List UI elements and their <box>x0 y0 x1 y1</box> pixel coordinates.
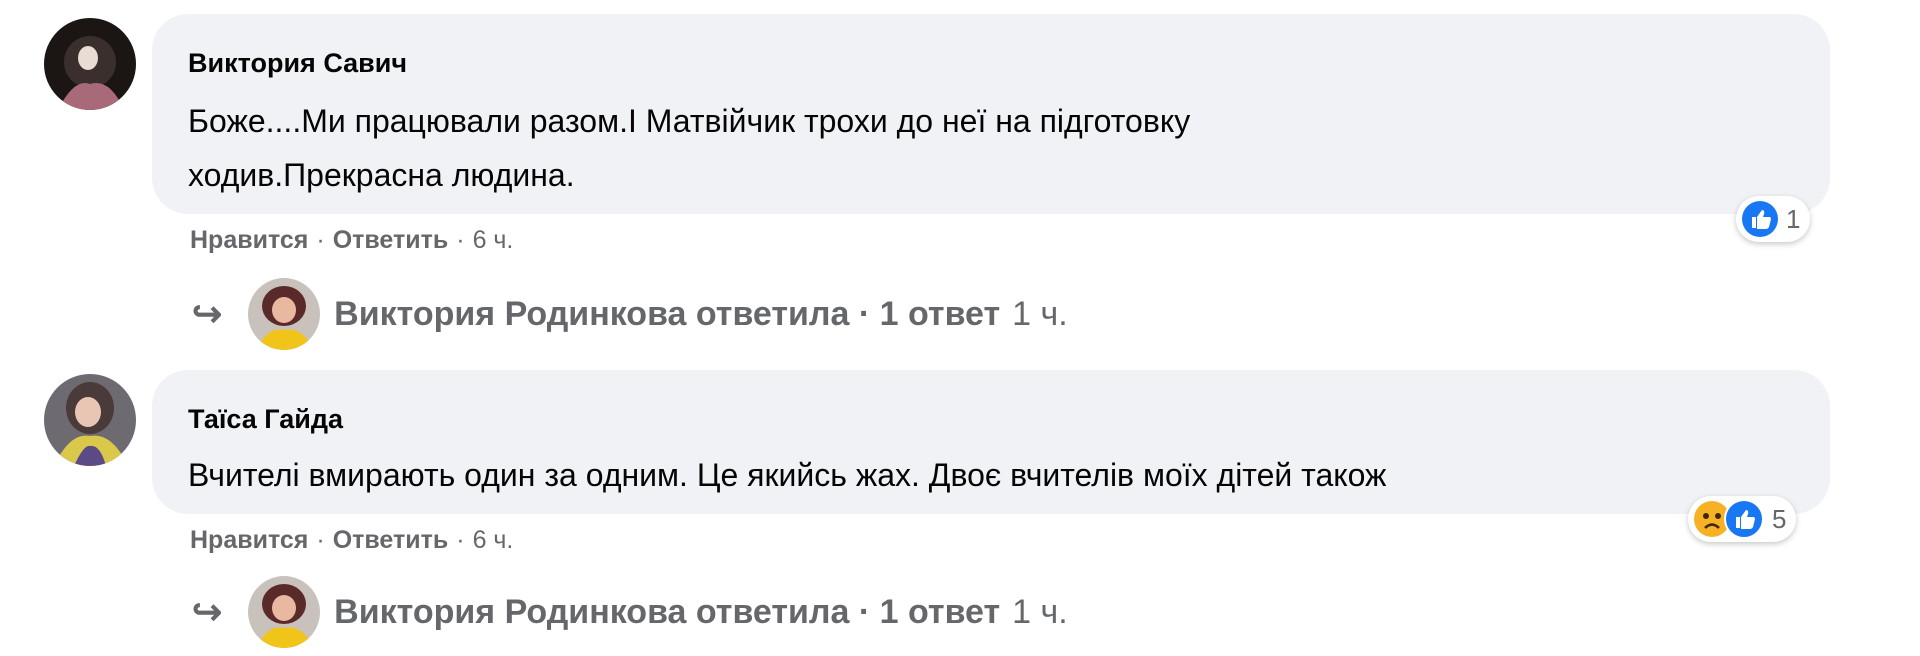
like-icon <box>1742 201 1778 237</box>
reaction-summary[interactable]: 5 <box>1688 496 1797 542</box>
like-icon <box>1724 499 1764 539</box>
view-replies-link[interactable]: ↪ Виктория Родинкова ответила · 1 ответ … <box>192 278 1068 350</box>
comment-text-line-1: Боже....Ми працювали разом.І Матвійчик т… <box>188 103 1191 139</box>
comment-author[interactable]: Таїса Гайда <box>188 404 343 435</box>
comment-time[interactable]: 6 ч. <box>473 526 514 554</box>
separator-dot: · <box>316 526 325 554</box>
reply-time: 1 ч. <box>1012 592 1068 631</box>
reply-avatar <box>248 576 321 648</box>
reply-button[interactable]: Ответить <box>333 526 449 554</box>
reaction-count: 1 <box>1786 203 1801 234</box>
comment-bubble: Таїса Гайда Вчителі вмирають один за одн… <box>152 370 1830 514</box>
reply-summary-text: Виктория Родинкова ответила · 1 ответ <box>334 294 1001 333</box>
view-replies-link[interactable]: ↪ Виктория Родинкова ответила · 1 ответ … <box>192 576 1068 648</box>
separator-dot: · <box>316 226 325 254</box>
separator-dot: · <box>456 526 465 554</box>
comment-text-line-1: Вчителі вмирають один за одним. Це якийс… <box>188 457 1387 493</box>
separator-dot: · <box>456 226 465 254</box>
comment-time[interactable]: 6 ч. <box>473 226 514 254</box>
reply-arrow-icon: ↪ <box>192 293 223 334</box>
reply-summary-text: Виктория Родинкова ответила · 1 ответ <box>334 592 1001 631</box>
comment-bubble: Виктория Савич Боже....Ми працювали разо… <box>152 14 1830 214</box>
comment-actions: Нравится · Ответить · 6 ч. <box>190 226 513 255</box>
reply-button[interactable]: Ответить <box>333 226 449 254</box>
reply-arrow-icon: ↪ <box>192 591 223 632</box>
reply-time: 1 ч. <box>1012 294 1068 333</box>
like-button[interactable]: Нравится <box>190 226 308 254</box>
comment-author[interactable]: Виктория Савич <box>188 48 407 79</box>
reply-avatar <box>248 278 321 350</box>
reaction-count: 5 <box>1772 503 1787 534</box>
comment-actions: Нравится · Ответить · 6 ч. <box>190 526 513 555</box>
like-button[interactable]: Нравится <box>190 526 308 554</box>
avatar[interactable] <box>44 18 136 110</box>
comment-text-line-2: ходив.Прекрасна людина. <box>188 157 575 193</box>
avatar[interactable] <box>44 374 136 466</box>
reaction-summary[interactable]: 1 <box>1736 196 1811 242</box>
